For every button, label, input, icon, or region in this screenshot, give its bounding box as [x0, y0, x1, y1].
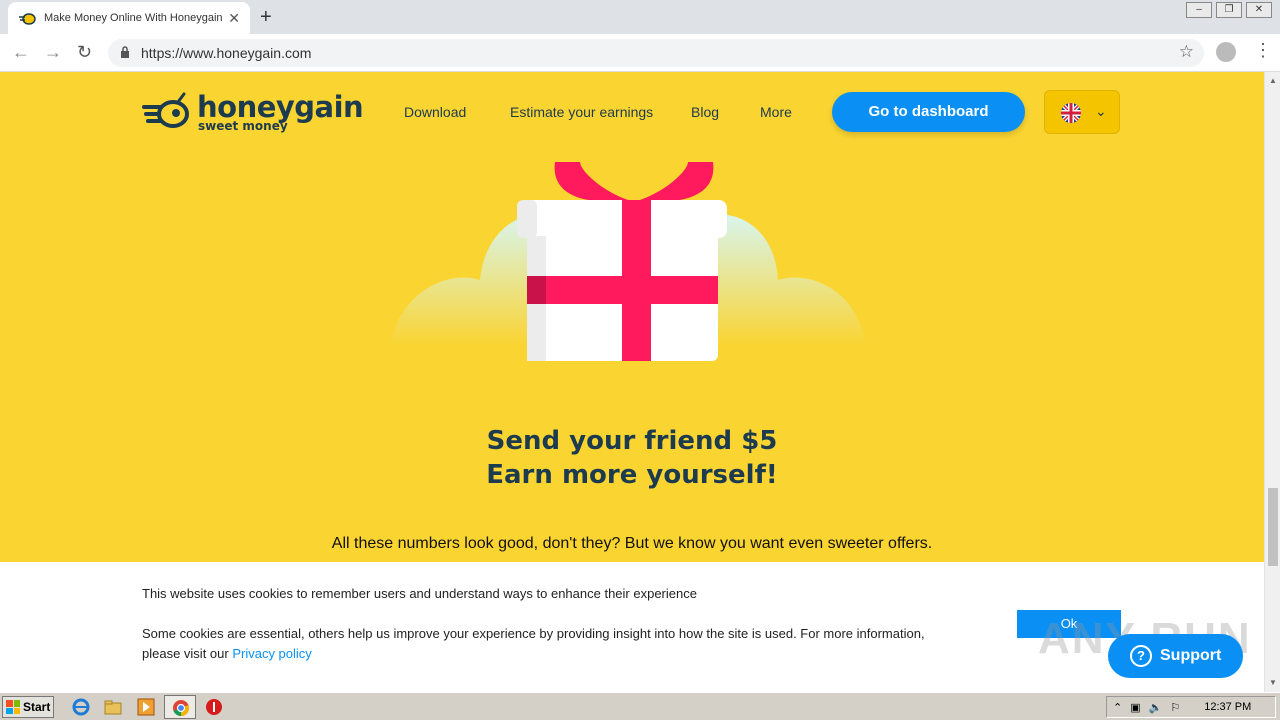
browser-tab[interactable]: Make Money Online With Honeygain ✕	[8, 2, 250, 34]
address-bar[interactable]: https://www.honeygain.com ☆	[108, 39, 1204, 67]
browser-toolbar: ← → ↻ https://www.honeygain.com ☆ ⋮	[0, 34, 1280, 72]
hero-headline-line2: Earn more yourself!	[486, 460, 778, 490]
language-selector[interactable]: ⌄	[1044, 90, 1120, 134]
browser-menu-icon[interactable]: ⋮	[1254, 40, 1272, 61]
window-controls: ‒ ❐ ✕	[1186, 2, 1272, 18]
page-viewport: honeygain sweet money Download Estimate …	[0, 72, 1264, 692]
go-to-dashboard-button[interactable]: Go to dashboard	[832, 92, 1025, 132]
scroll-down-arrow-icon[interactable]: ▼	[1269, 678, 1277, 687]
start-label: Start	[23, 700, 51, 714]
browser-tab-strip: Make Money Online With Honeygain ✕ + ‒ ❐…	[0, 0, 1280, 34]
url-text: https://www.honeygain.com	[141, 45, 312, 61]
file-explorer-icon[interactable]	[104, 698, 122, 716]
close-window-button[interactable]: ✕	[1246, 2, 1272, 18]
lock-icon	[121, 46, 129, 58]
back-arrow-icon[interactable]: ←	[12, 42, 30, 63]
profile-avatar-icon[interactable]	[1216, 42, 1236, 62]
chrome-icon	[173, 700, 190, 717]
bookmark-star-icon[interactable]: ☆	[1179, 42, 1194, 62]
nav-more[interactable]: More	[760, 104, 792, 120]
logo-tagline: sweet money	[198, 119, 288, 133]
start-button[interactable]: Start	[2, 696, 54, 718]
volume-icon[interactable]: 🔈	[1149, 701, 1163, 714]
new-tab-button[interactable]: +	[260, 6, 272, 29]
minimize-button[interactable]: ‒	[1186, 2, 1212, 18]
page-scrollbar[interactable]: ▲ ▼	[1264, 72, 1280, 692]
support-button[interactable]: ? Support	[1108, 634, 1243, 678]
media-player-icon[interactable]	[137, 698, 155, 716]
cookie-text-line1: This website uses cookies to remember us…	[142, 586, 697, 601]
cookie-text-line2: Some cookies are essential, others help …	[142, 626, 925, 641]
cookie-text-prefix: please visit our	[142, 646, 233, 661]
gift-box-illustration	[390, 162, 866, 361]
nav-estimate-earnings[interactable]: Estimate your earnings	[510, 104, 653, 120]
forward-arrow-icon[interactable]: →	[44, 42, 62, 63]
tray-expand-icon[interactable]: ⌃	[1113, 701, 1122, 714]
honeygain-favicon-icon	[18, 12, 36, 25]
scroll-up-arrow-icon[interactable]: ▲	[1269, 76, 1277, 85]
nav-download[interactable]: Download	[404, 104, 466, 120]
bee-logo-icon	[142, 92, 189, 128]
system-tray: ⌃ ▣ 🔈 ⚐ 12:37 PM	[1106, 696, 1276, 718]
scrollbar-thumb[interactable]	[1268, 488, 1278, 566]
taskbar-clock[interactable]: 12:37 PM	[1204, 701, 1251, 713]
tab-close-icon[interactable]: ✕	[228, 10, 240, 27]
uk-flag-icon	[1061, 103, 1081, 123]
restore-button[interactable]: ❐	[1216, 2, 1242, 18]
chevron-down-icon: ⌄	[1095, 103, 1107, 119]
tab-title: Make Money Online With Honeygain	[44, 12, 223, 24]
cookie-consent-bar: This website uses cookies to remember us…	[0, 562, 1264, 692]
honeygain-logo[interactable]: honeygain sweet money	[142, 90, 372, 136]
hero-subtext: All these numbers look good, don't they?…	[331, 535, 933, 552]
reload-icon[interactable]: ↻	[77, 42, 92, 63]
windows-logo-icon	[6, 700, 20, 714]
hero-headline-line1: Send your friend $5	[486, 426, 778, 456]
windows-taskbar: Start ⌃ ▣ 🔈 ⚐ 12:37 PM	[0, 692, 1280, 720]
support-label: Support	[1160, 647, 1222, 664]
internet-explorer-icon[interactable]	[72, 698, 90, 716]
cookie-text-line3: please visit our Privacy policy	[142, 644, 312, 664]
flag-icon[interactable]: ⚐	[1170, 701, 1180, 714]
nav-blog[interactable]: Blog	[691, 104, 719, 120]
stop-record-icon[interactable]	[205, 698, 223, 716]
network-icon[interactable]: ▣	[1130, 701, 1140, 714]
chrome-taskbar-button[interactable]	[164, 695, 196, 719]
question-icon: ?	[1130, 645, 1152, 667]
privacy-policy-link[interactable]: Privacy policy	[232, 646, 311, 661]
